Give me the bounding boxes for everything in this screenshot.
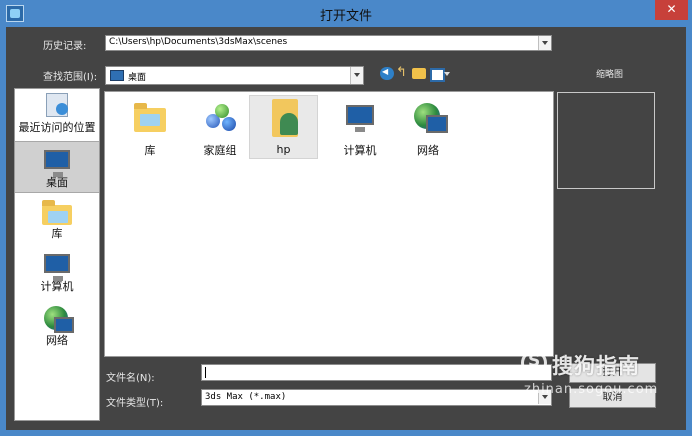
watermark: 搜狗指南 zhinan.sogou.com (521, 349, 691, 404)
file-list[interactable]: 库 家庭组 hp 计算机 网络 (104, 91, 554, 357)
file-type-value: 3ds Max (*.max) (205, 392, 287, 402)
file-item-name: 计算机 (343, 144, 377, 157)
history-value: C:\Users\hp\Documents\3dsMax\scenes (109, 37, 288, 47)
file-name-input[interactable] (201, 364, 552, 381)
file-item-computer[interactable]: 计算机 (329, 98, 391, 158)
view-menu-icon[interactable] (430, 67, 452, 82)
watermark-brand: 搜狗指南 (552, 354, 640, 378)
library-icon (134, 103, 166, 132)
library-icon (42, 200, 72, 225)
desktop-icon (44, 150, 70, 177)
place-network[interactable]: 网络 (15, 306, 99, 348)
homegroup-icon (206, 104, 236, 134)
dialog-body: 历史记录: C:\Users\hp\Documents\3dsMax\scene… (6, 27, 686, 430)
watermark-url: zhinan.sogou.com (524, 382, 659, 397)
place-label: 网络 (46, 334, 68, 347)
title-bar[interactable]: 打开文件 ✕ (0, 0, 692, 27)
up-folder-icon[interactable] (395, 65, 409, 80)
chevron-down-icon[interactable] (538, 36, 551, 50)
history-label: 历史记录: (43, 41, 87, 52)
file-item-homegroup[interactable]: 家庭组 (189, 98, 251, 158)
network-icon (44, 306, 74, 333)
look-in-label: 查找范围(I): (43, 72, 98, 83)
open-file-dialog: 打开文件 ✕ 历史记录: C:\Users\hp\Documents\3dsMa… (0, 0, 692, 436)
look-in-dropdown[interactable]: 桌面 (105, 66, 364, 85)
file-item-name: 家庭组 (203, 144, 237, 157)
recent-places-icon (46, 93, 68, 117)
window-title: 打开文件 (319, 9, 372, 24)
desktop-icon (110, 70, 124, 81)
history-dropdown[interactable]: C:\Users\hp\Documents\3dsMax\scenes (105, 35, 552, 51)
file-item-name: 库 (144, 144, 156, 157)
user-folder-icon (271, 99, 298, 137)
new-folder-icon[interactable] (412, 68, 426, 79)
file-type-label: 文件类型(T): (106, 398, 164, 409)
computer-icon (346, 105, 374, 132)
close-button[interactable]: ✕ (655, 0, 688, 20)
sogou-logo-icon (521, 350, 547, 376)
thumbnail-label: 缩略图 (596, 70, 624, 80)
places-bar: 最近访问的位置 桌面 库 计算机 网络 (14, 88, 100, 421)
file-item-name: 网络 (417, 144, 439, 157)
thumbnail-preview (557, 92, 655, 189)
network-icon (414, 103, 448, 133)
chevron-down-icon[interactable] (350, 67, 363, 84)
file-item-network[interactable]: 网络 (397, 98, 459, 158)
back-icon[interactable] (380, 67, 394, 80)
file-item-name: hp (276, 143, 291, 156)
place-computer[interactable]: 计算机 (15, 252, 99, 294)
computer-icon (44, 254, 70, 281)
place-library[interactable]: 库 (15, 199, 99, 241)
look-in-value: 桌面 (128, 73, 147, 83)
file-item-library[interactable]: 库 (119, 98, 181, 158)
place-label: 最近访问的位置 (18, 121, 96, 134)
file-item-hp[interactable]: hp (249, 95, 318, 159)
place-label: 库 (51, 227, 63, 240)
place-desktop[interactable]: 桌面 (15, 141, 99, 193)
file-type-dropdown[interactable]: 3ds Max (*.max) (201, 389, 552, 406)
place-recent[interactable]: 最近访问的位置 (15, 93, 99, 143)
file-name-label: 文件名(N): (106, 373, 155, 384)
